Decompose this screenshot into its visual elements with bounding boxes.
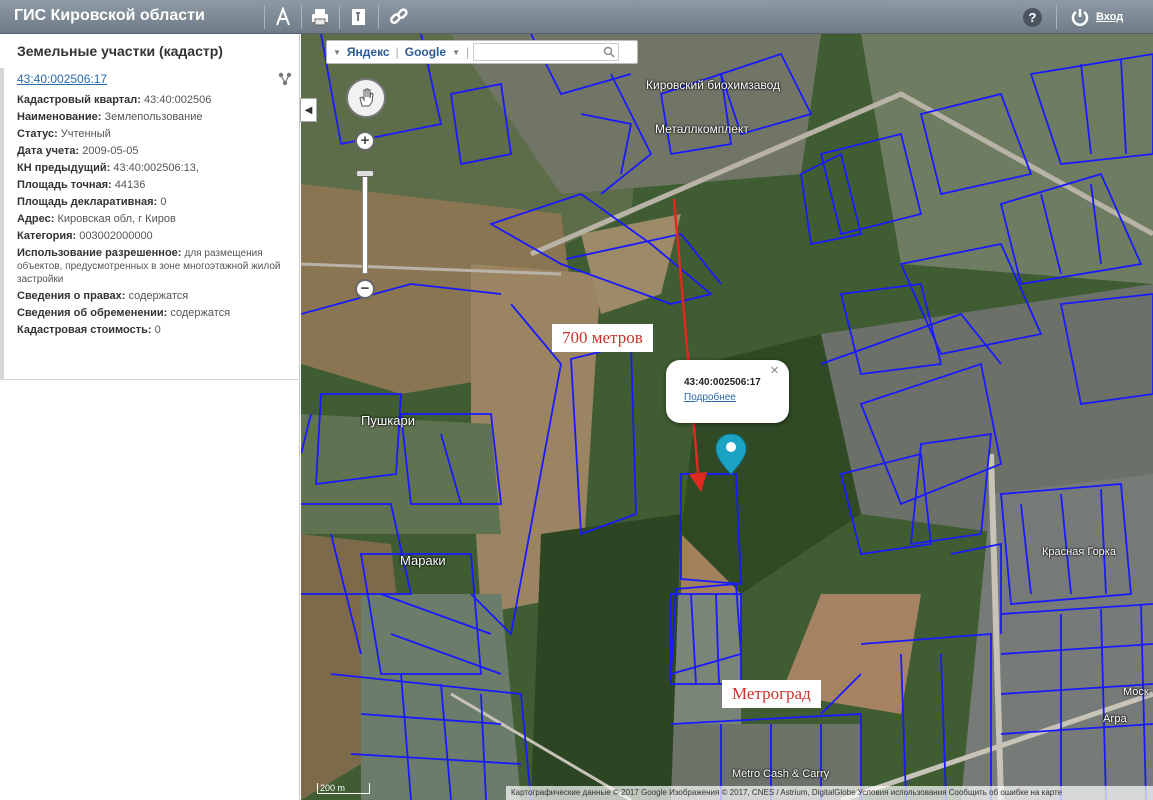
attr-row: Использование разрешенное: для размещени…	[17, 247, 281, 285]
link-icon[interactable]	[386, 4, 412, 30]
share-icon[interactable]	[278, 72, 292, 91]
top-toolbar: ГИС Кировской области ? Вход	[0, 0, 1153, 34]
toolbar-divider	[301, 5, 302, 29]
collapse-panel-button[interactable]: ◀	[300, 98, 317, 122]
toolbar-divider	[378, 5, 379, 29]
attr-row: Дата учета: 2009-05-05	[17, 145, 139, 157]
chevron-down-icon[interactable]: ▼	[333, 48, 341, 57]
zoom-in-button[interactable]: +	[355, 131, 375, 151]
power-icon	[1071, 9, 1089, 26]
toolbar-divider	[1056, 5, 1057, 29]
map-scale: 200 m	[317, 783, 371, 794]
search-icon[interactable]	[603, 46, 615, 58]
panel-title: Земельные участки (кадастр)	[17, 43, 223, 59]
attr-row: Сведения о правах: содержатся	[17, 290, 189, 302]
hand-icon	[359, 88, 374, 107]
toolbar-divider	[264, 5, 265, 29]
attribute-list: Кадастровый квартал: 43:40:002506 Наимен…	[17, 94, 289, 341]
attr-row: Кадастровый квартал: 43:40:002506	[17, 94, 212, 106]
zoom-slider-track[interactable]	[362, 174, 368, 274]
zoom-slider-thumb[interactable]	[356, 170, 374, 177]
attr-row: Сведения об обременении: содержатся	[17, 307, 231, 319]
attr-row: Кадастровая стоимость: 0	[17, 324, 161, 336]
parcel-popup: ✕ 43:40:002506:17 Подробнее	[666, 360, 789, 423]
app-title: ГИС Кировской области	[14, 7, 205, 24]
map-label-maraki: Мараки	[400, 553, 446, 568]
attr-row: Статус: Учтенный	[17, 128, 111, 140]
provider-separator: |	[466, 45, 470, 59]
parcel-number-link[interactable]: 43:40:002506:17	[17, 72, 107, 86]
attr-row: КН предыдущий: 43:40:002506:13,	[17, 162, 199, 174]
map-search-input[interactable]	[473, 43, 620, 61]
provider-separator: |	[395, 45, 399, 59]
provider-google[interactable]: Google	[405, 45, 446, 59]
attr-row: Адрес: Кировская обл, г Киров	[17, 213, 176, 225]
map-label-metro: Metro Cash & Carry	[732, 768, 830, 780]
attr-row: Площадь точная: 44136	[17, 179, 146, 191]
provider-yandex[interactable]: Яндекс	[347, 45, 390, 59]
map-label-krasnaya-gorka: Красная Горка	[1042, 546, 1116, 558]
map-copyright: Картографические данные © 2017 Google Из…	[506, 786, 1153, 800]
help-button[interactable]: ?	[1023, 8, 1042, 27]
chevron-down-icon[interactable]: ▼	[452, 48, 460, 57]
print-icon[interactable]	[307, 4, 333, 30]
toolbar-divider	[339, 5, 340, 29]
info-icon[interactable]	[346, 4, 372, 30]
map-provider-bar: ▼ Яндекс | Google ▼ |	[326, 40, 638, 64]
map-label-metall: Металлкомплект	[655, 122, 749, 136]
measure-icon[interactable]	[270, 4, 296, 30]
popup-title: 43:40:002506:17	[684, 377, 761, 388]
distance-annotation: 700 метров	[552, 324, 653, 352]
popup-details-link[interactable]: Подробнее	[684, 392, 736, 403]
gis-app: ГИС Кировской области ? Вход Земельные у…	[0, 0, 1153, 800]
close-icon[interactable]: ✕	[770, 364, 779, 377]
map-label-pushkari: Пушкари	[361, 413, 415, 428]
attr-row: Категория: 003002000000	[17, 230, 153, 242]
metrograd-annotation: Метроград	[722, 680, 821, 708]
attr-row: Наименование: Землепользование	[17, 111, 203, 123]
pan-control[interactable]	[346, 78, 386, 118]
login-label: Вход	[1096, 11, 1124, 23]
attr-row: Площадь декларативная: 0	[17, 196, 167, 208]
login-button[interactable]: Вход	[1070, 5, 1123, 29]
map-label-biokhim: Кировский биохимзавод	[646, 78, 781, 92]
zoom-out-button[interactable]: −	[355, 279, 375, 299]
map-view[interactable]: Кировский биохимзавод Металлкомплект Пуш…	[301, 34, 1153, 800]
map-label-mosk: Моск	[1123, 686, 1149, 698]
map-label-agra: Агра	[1103, 713, 1127, 725]
parcel-card: 43:40:002506:17 Кадастровый квартал: 43:…	[0, 68, 300, 380]
info-panel: Земельные участки (кадастр) 43:40:002506…	[0, 34, 300, 800]
